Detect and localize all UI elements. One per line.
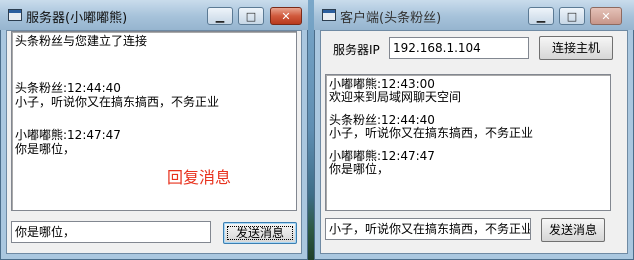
server-ip-label: 服务器IP xyxy=(333,43,380,57)
client-chat-log[interactable]: 小嘟嘟熊:12:43:00 欢迎来到局域网聊天空间 头条粉丝:12:44:40 … xyxy=(325,74,611,211)
client-window: 客户端(头条粉丝) ▁ □ ✕ 服务器IP 192.168.1.104 连接主机… xyxy=(314,0,634,260)
chat-line: 欢迎来到局域网聊天空间 xyxy=(329,90,462,104)
chat-line: 你是哪位， xyxy=(329,162,390,176)
server-client-area: 头条粉丝与您建立了连接 头条粉丝:12:44:40 小子，听说你又在搞东搞西，不… xyxy=(6,30,302,254)
server-window-title: 服务器(小嘟嘟熊) xyxy=(26,11,128,26)
client-titlebar[interactable]: 客户端(头条粉丝) ▁ □ ✕ xyxy=(314,0,634,30)
chat-line: 小嘟嘟熊:12:47:47 xyxy=(15,128,121,142)
chat-line: 头条粉丝:12:44:40 xyxy=(15,81,121,95)
chat-line: 小嘟嘟熊:12:47:47 xyxy=(329,149,435,163)
chat-line: 头条粉丝:12:44:40 xyxy=(329,113,435,127)
close-button[interactable]: ✕ xyxy=(270,7,302,25)
client-window-title: 客户端(头条粉丝) xyxy=(340,11,442,26)
connect-button[interactable]: 连接主机 xyxy=(539,36,613,60)
window-app-icon xyxy=(322,9,336,21)
maximize-button[interactable]: □ xyxy=(238,7,264,25)
focus-ring xyxy=(227,226,293,240)
client-message-input[interactable]: 小子，听说你又在搞东搞西，不务正业 xyxy=(325,218,531,240)
server-titlebar[interactable]: 服务器(小嘟嘟熊) ▁ □ ✕ xyxy=(0,0,308,30)
server-chat-log[interactable]: 头条粉丝与您建立了连接 头条粉丝:12:44:40 小子，听说你又在搞东搞西，不… xyxy=(11,31,297,211)
minimize-button[interactable]: ▁ xyxy=(207,7,233,25)
chat-line: 小嘟嘟熊:12:43:00 xyxy=(329,77,435,91)
minimize-icon: ▁ xyxy=(536,9,546,23)
maximize-icon: □ xyxy=(245,9,257,23)
close-icon: ✕ xyxy=(601,9,611,23)
client-client-area: 服务器IP 192.168.1.104 连接主机 小嘟嘟熊:12:43:00 欢… xyxy=(320,30,628,254)
server-send-button[interactable]: 发送消息 xyxy=(223,222,297,244)
minimize-icon: ▁ xyxy=(215,9,225,23)
chat-line: 你是哪位， xyxy=(15,142,76,156)
close-button[interactable]: ✕ xyxy=(590,7,622,25)
client-send-button[interactable]: 发送消息 xyxy=(541,218,605,242)
maximize-button[interactable]: □ xyxy=(559,7,585,25)
chat-line: 小子，听说你又在搞东搞西，不务正业 xyxy=(329,126,534,140)
reply-message-annotation: 回复消息 xyxy=(167,168,232,187)
chat-line: 头条粉丝与您建立了连接 xyxy=(15,34,148,48)
maximize-icon: □ xyxy=(566,9,578,23)
server-ip-input[interactable]: 192.168.1.104 xyxy=(389,37,529,59)
window-app-icon xyxy=(8,9,22,21)
close-icon: ✕ xyxy=(281,9,291,23)
server-message-input[interactable]: 你是哪位， xyxy=(11,221,211,243)
server-window: 服务器(小嘟嘟熊) ▁ □ ✕ 头条粉丝与您建立了连接 头条粉丝:12:44:4… xyxy=(0,0,308,260)
chat-line: 小子，听说你又在搞东搞西，不务正业 xyxy=(15,95,220,109)
minimize-button[interactable]: ▁ xyxy=(528,7,554,25)
